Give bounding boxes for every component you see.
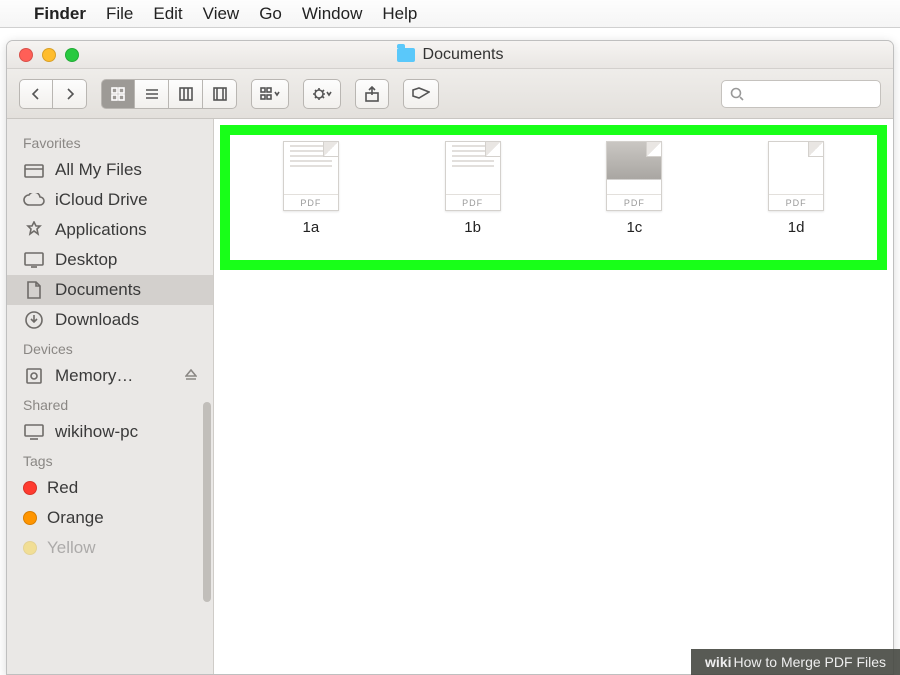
file-name: 1b [464, 219, 481, 236]
menubar-item-go[interactable]: Go [259, 4, 282, 24]
sidebar-tag-yellow[interactable]: Yellow [7, 533, 213, 563]
sidebar-item-icloud-drive[interactable]: iCloud Drive [7, 185, 213, 215]
icloud-icon [23, 191, 45, 209]
menubar-app-name[interactable]: Finder [34, 4, 86, 24]
action-button[interactable] [303, 79, 341, 109]
menubar-item-window[interactable]: Window [302, 4, 362, 24]
menubar-item-edit[interactable]: Edit [153, 4, 182, 24]
drive-icon [23, 367, 45, 385]
sidebar-tag-orange[interactable]: Orange [7, 503, 213, 533]
window-title: Documents [423, 46, 504, 64]
sidebar-item-documents[interactable]: Documents [7, 275, 213, 305]
sidebar-item-label: Downloads [55, 310, 139, 330]
back-button[interactable] [19, 79, 53, 109]
sidebar-item-label: All My Files [55, 160, 142, 180]
caption-brand: wiki [705, 654, 731, 670]
share-button[interactable] [355, 79, 389, 109]
sidebar-section-favorites: Favorites [7, 129, 213, 155]
sidebar-item-all-my-files[interactable]: All My Files [7, 155, 213, 185]
window-titlebar: Documents [7, 41, 893, 69]
sidebar-item-label: Memory… [55, 366, 133, 386]
desktop-icon [23, 251, 45, 269]
instruction-highlight: PDF 1a PDF 1b PDF 1c [220, 125, 887, 270]
file-item[interactable]: PDF 1b [445, 141, 501, 236]
coverflow-view-button[interactable] [203, 79, 237, 109]
tag-dot-icon [23, 481, 37, 495]
system-menubar: Finder File Edit View Go Window Help [0, 0, 900, 28]
minimize-window-button[interactable] [42, 48, 56, 62]
sidebar-item-label: Documents [55, 280, 141, 300]
traffic-lights [19, 48, 79, 62]
shared-computer-icon [23, 423, 45, 441]
sidebar-item-label: wikihow-pc [55, 422, 138, 442]
sidebar-item-label: Orange [47, 508, 104, 528]
file-name: 1d [788, 219, 805, 236]
icon-view-button[interactable] [101, 79, 135, 109]
caption-text: How to Merge PDF Files [734, 654, 886, 670]
sidebar-section-devices: Devices [7, 335, 213, 361]
file-name: 1c [626, 219, 642, 236]
column-view-button[interactable] [169, 79, 203, 109]
file-item[interactable]: PDF 1c [606, 141, 662, 236]
sidebar-item-desktop[interactable]: Desktop [7, 245, 213, 275]
finder-content: PDF 1a PDF 1b PDF 1c [214, 119, 893, 674]
folder-icon [397, 48, 415, 62]
arrange-button[interactable] [251, 79, 289, 109]
sidebar-section-tags: Tags [7, 447, 213, 473]
documents-icon [23, 281, 45, 299]
list-view-button[interactable] [135, 79, 169, 109]
pdf-thumbnail-icon: PDF [768, 141, 824, 211]
sidebar-section-shared: Shared [7, 391, 213, 417]
tutorial-caption: wiki How to Merge PDF Files [691, 649, 900, 675]
applications-icon [23, 221, 45, 239]
view-mode-buttons [101, 79, 237, 109]
eject-icon[interactable] [185, 366, 197, 386]
sidebar-item-wikihow-pc[interactable]: wikihow-pc [7, 417, 213, 447]
sidebar-item-applications[interactable]: Applications [7, 215, 213, 245]
close-window-button[interactable] [19, 48, 33, 62]
edit-tags-button[interactable] [403, 79, 439, 109]
sidebar-item-label: Applications [55, 220, 147, 240]
finder-toolbar [7, 69, 893, 119]
sidebar-item-memory[interactable]: Memory… [7, 361, 213, 391]
menubar-item-file[interactable]: File [106, 4, 133, 24]
menubar-item-help[interactable]: Help [382, 4, 417, 24]
tag-dot-icon [23, 541, 37, 555]
pdf-thumbnail-icon: PDF [445, 141, 501, 211]
share-group [355, 79, 389, 109]
file-item[interactable]: PDF 1d [768, 141, 824, 236]
downloads-icon [23, 311, 45, 329]
pdf-thumbnail-icon: PDF [606, 141, 662, 211]
all-my-files-icon [23, 161, 45, 179]
sidebar-item-label: Red [47, 478, 78, 498]
file-name: 1a [303, 219, 320, 236]
finder-window: Documents [6, 40, 894, 675]
sidebar-scrollbar[interactable] [203, 119, 211, 674]
search-field[interactable] [721, 80, 881, 108]
zoom-window-button[interactable] [65, 48, 79, 62]
sidebar-item-label: iCloud Drive [55, 190, 148, 210]
arrange-group [251, 79, 289, 109]
nav-buttons [19, 79, 87, 109]
sidebar-item-label: Yellow [47, 538, 96, 558]
tag-dot-icon [23, 511, 37, 525]
file-item[interactable]: PDF 1a [283, 141, 339, 236]
finder-sidebar: Favorites All My Files iCloud Drive Appl… [7, 119, 214, 674]
search-icon [730, 87, 744, 101]
sidebar-item-downloads[interactable]: Downloads [7, 305, 213, 335]
forward-button[interactable] [53, 79, 87, 109]
sidebar-tag-red[interactable]: Red [7, 473, 213, 503]
tags-group [403, 79, 439, 109]
pdf-thumbnail-icon: PDF [283, 141, 339, 211]
menubar-item-view[interactable]: View [203, 4, 240, 24]
action-group [303, 79, 341, 109]
sidebar-item-label: Desktop [55, 250, 117, 270]
